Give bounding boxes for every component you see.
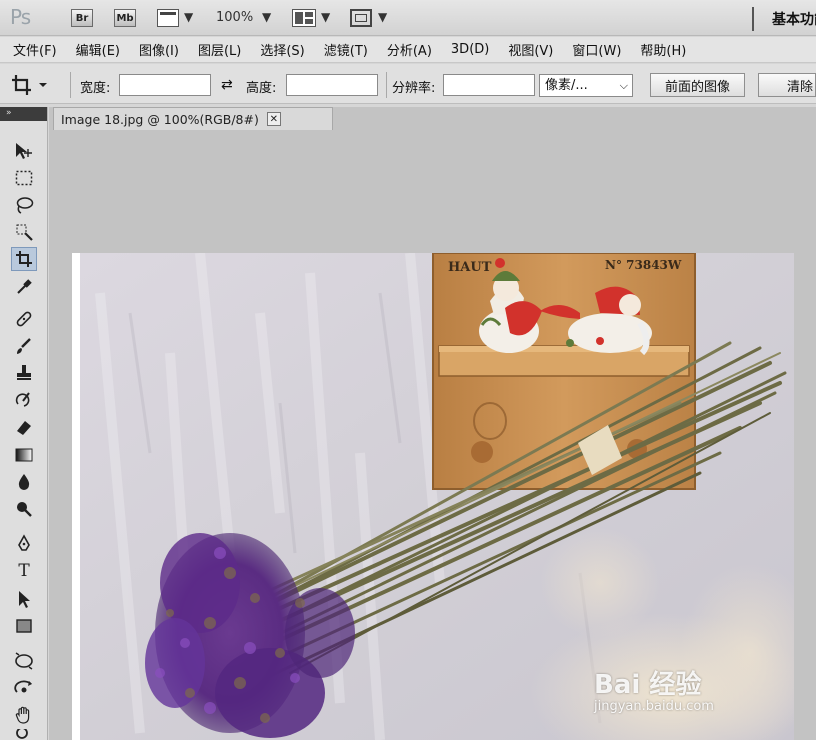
photoshop-window: Ps Br Mb ▼ 100% ▼ ▼ ▼ 基本功能 文件(F) 编辑(E) 图… <box>0 0 816 740</box>
menu-bar: 文件(F) 编辑(E) 图像(I) 图层(L) 选择(S) 滤镜(T) 分析(A… <box>0 37 816 63</box>
document-area: Image 18.jpg @ 100%(RGB/8#) ✕ HAUT N° 73… <box>49 107 816 740</box>
front-image-button[interactable]: 前面的图像 <box>650 73 745 97</box>
arrange-documents-icon[interactable] <box>292 9 316 27</box>
resolution-label: 分辨率: <box>392 81 436 96</box>
watermark-url-text: jingyan.baidu.com <box>594 699 714 714</box>
menu-3d[interactable]: 3D(D) <box>451 42 489 57</box>
crop-icon <box>12 75 47 95</box>
close-icon[interactable]: ✕ <box>266 112 281 126</box>
watermark-main-text: Bai 经验 <box>594 670 702 700</box>
gradient-tool-icon[interactable] <box>11 443 37 467</box>
options-separator <box>70 72 71 98</box>
resolution-unit-select[interactable]: 像素/... ⌵ <box>539 74 633 97</box>
menu-image[interactable]: 图像(I) <box>139 40 179 59</box>
menu-filter[interactable]: 滤镜(T) <box>324 40 368 59</box>
sign-text-left: HAUT <box>448 260 492 275</box>
bridge-button[interactable]: Br <box>71 9 93 27</box>
type-tool-icon[interactable]: T <box>11 559 37 583</box>
hand-tool-icon[interactable] <box>11 703 37 727</box>
photoshop-logo: Ps <box>10 5 31 29</box>
quick-selection-tool-icon[interactable] <box>11 220 37 244</box>
dodge-tool-icon[interactable] <box>11 497 37 521</box>
workspace-separator <box>752 7 754 31</box>
width-field[interactable] <box>119 74 211 96</box>
document-tab[interactable]: Image 18.jpg @ 100%(RGB/8#) ✕ <box>53 107 333 130</box>
view-extras-dropdown-icon[interactable]: ▼ <box>184 10 193 24</box>
3d-orbit-tool-icon[interactable] <box>11 676 37 700</box>
crop-tool-icon[interactable] <box>11 247 37 271</box>
options-separator <box>386 72 387 98</box>
blur-tool-icon[interactable] <box>11 470 37 494</box>
move-tool-icon[interactable] <box>11 139 37 163</box>
view-extras-icon[interactable] <box>157 9 179 27</box>
zoom-level[interactable]: 100% <box>216 10 253 25</box>
rectangle-tool-icon[interactable] <box>11 614 37 638</box>
brush-tool-icon[interactable] <box>11 334 37 358</box>
width-label: 宽度: <box>80 81 111 96</box>
menu-layer[interactable]: 图层(L) <box>198 40 241 59</box>
lasso-tool-icon[interactable] <box>11 193 37 217</box>
collapse-panel-icon[interactable]: » <box>0 107 47 121</box>
3d-rotate-tool-icon[interactable] <box>11 649 37 673</box>
resolution-unit-value: 像素/... <box>545 78 588 93</box>
toolbox-panel: » T <box>0 107 48 740</box>
menu-view[interactable]: 视图(V) <box>508 40 553 59</box>
screen-mode-icon[interactable] <box>350 9 372 27</box>
swap-dimensions-icon[interactable]: ⇄ <box>221 77 233 93</box>
options-bar: 宽度: ⇄ 高度: 分辨率: 像素/... ⌵ 前面的图像 清除 <box>0 64 816 104</box>
eraser-tool-icon[interactable] <box>11 415 37 439</box>
workspace-switcher[interactable]: 基本功能 <box>772 9 816 29</box>
clone-stamp-tool-icon[interactable] <box>11 361 37 385</box>
menu-window[interactable]: 窗口(W) <box>572 40 621 59</box>
height-label: 高度: <box>246 81 277 96</box>
zoom-tool-icon[interactable] <box>11 729 37 740</box>
healing-brush-tool-icon[interactable] <box>11 307 37 331</box>
mini-bridge-button[interactable]: Mb <box>114 9 136 27</box>
path-selection-tool-icon[interactable] <box>11 587 37 611</box>
history-brush-tool-icon[interactable] <box>11 388 37 412</box>
menu-help[interactable]: 帮助(H) <box>640 40 686 59</box>
menu-edit[interactable]: 编辑(E) <box>76 40 120 59</box>
sign-text-right: N° 73843W <box>605 258 682 272</box>
menu-select[interactable]: 选择(S) <box>260 40 304 59</box>
eyedropper-tool-icon[interactable] <box>11 275 37 299</box>
app-bar: Ps Br Mb ▼ 100% ▼ ▼ ▼ 基本功能 <box>0 0 816 36</box>
chevron-down-icon: ⌵ <box>619 79 628 92</box>
clear-button[interactable]: 清除 <box>758 73 816 97</box>
tool-preset-picker[interactable] <box>8 71 52 99</box>
baidu-watermark: Bai 经验 jingyan.baidu.com <box>594 664 714 714</box>
zoom-dropdown-icon[interactable]: ▼ <box>262 10 271 24</box>
marquee-tool-icon[interactable] <box>11 166 37 190</box>
height-field[interactable] <box>286 74 378 96</box>
resolution-field[interactable] <box>443 74 535 96</box>
screen-mode-dropdown-icon[interactable]: ▼ <box>378 10 387 24</box>
pen-tool-icon[interactable] <box>11 532 37 556</box>
menu-analysis[interactable]: 分析(A) <box>387 40 432 59</box>
menu-file[interactable]: 文件(F) <box>13 40 57 59</box>
arrange-dropdown-icon[interactable]: ▼ <box>321 10 330 24</box>
document-tab-title: Image 18.jpg @ 100%(RGB/8#) <box>61 111 259 127</box>
